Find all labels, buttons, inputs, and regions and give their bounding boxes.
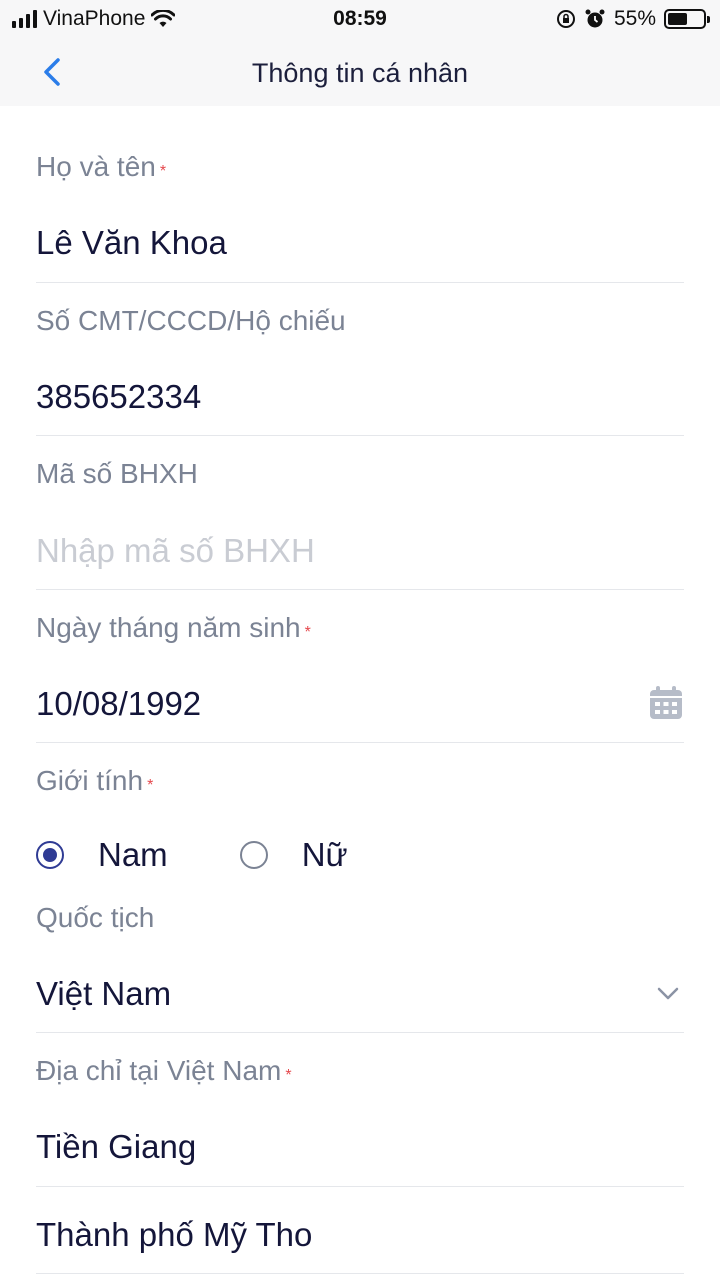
required-mark: * (147, 777, 154, 794)
id-number-label-row: Số CMT/CCCD/Hộ chiếu (36, 305, 684, 337)
calendar-icon[interactable] (648, 685, 684, 721)
dob-label-row: Ngày tháng năm sinh * (36, 612, 684, 644)
alarm-icon (585, 9, 605, 28)
nationality-select[interactable]: Việt Nam (36, 975, 684, 1013)
social-insurance-label: Mã số BHXH (36, 458, 198, 489)
rotation-lock-icon (556, 10, 575, 28)
status-right: 55% (556, 7, 710, 31)
gender-radio-group: Nam Nữ (36, 836, 348, 874)
nationality-value: Việt Nam (36, 975, 172, 1012)
divider (36, 742, 684, 743)
address-province-select[interactable]: Tiền Giang (36, 1128, 684, 1166)
page-title: Thông tin cá nhân (251, 58, 469, 88)
battery-fill (668, 13, 687, 25)
full-name-value: Lê Văn Khoa (36, 224, 227, 261)
address-district-select[interactable]: Thành phố Mỹ Tho (36, 1216, 684, 1254)
gender-label: Giới tính (36, 765, 144, 796)
dob-label: Ngày tháng năm sinh (36, 612, 301, 643)
divider (36, 282, 684, 283)
id-number-input[interactable]: 385652334 (36, 378, 684, 416)
full-name-label-row: Họ và tên * (36, 151, 684, 183)
status-bar: VinaPhone 08:59 55% (0, 0, 720, 38)
dob-value: 10/08/1992 (36, 685, 202, 722)
nationality-label-row: Quốc tịch (36, 902, 684, 934)
gender-label-row: Giới tính * (36, 765, 684, 797)
social-insurance-placeholder: Nhập mã số BHXH (36, 532, 315, 569)
radio-unchecked-icon[interactable] (239, 841, 268, 869)
dob-input[interactable]: 10/08/1992 (36, 685, 684, 723)
address-label: Địa chỉ tại Việt Nam (36, 1055, 282, 1086)
battery-percent: 55% (613, 7, 656, 30)
app-header: Thông tin cá nhân (0, 38, 720, 106)
address-label-row: Địa chỉ tại Việt Nam * (36, 1055, 684, 1087)
chevron-down-icon[interactable] (656, 981, 680, 1005)
gender-option-male[interactable]: Nam (36, 836, 168, 874)
gender-option-label: Nam (98, 836, 168, 873)
address-district-value: Thành phố Mỹ Tho (36, 1216, 313, 1253)
social-insurance-label-row: Mã số BHXH (36, 458, 684, 490)
id-number-label: Số CMT/CCCD/Hộ chiếu (36, 305, 346, 336)
social-insurance-input[interactable]: Nhập mã số BHXH (36, 532, 684, 570)
divider (36, 1032, 684, 1033)
address-province-value: Tiền Giang (36, 1128, 197, 1165)
required-mark: * (159, 163, 167, 180)
battery-icon (664, 9, 710, 29)
divider (36, 589, 684, 590)
divider (36, 1186, 684, 1187)
gender-option-female[interactable]: Nữ (239, 836, 348, 874)
id-number-value: 385652334 (36, 378, 202, 415)
divider (36, 1273, 684, 1274)
full-name-input[interactable]: Lê Văn Khoa (36, 224, 684, 262)
required-mark: * (304, 624, 311, 641)
required-mark: * (285, 1067, 292, 1084)
divider (36, 435, 684, 436)
gender-option-label: Nữ (301, 836, 348, 873)
full-name-label: Họ và tên (36, 151, 156, 182)
nationality-label: Quốc tịch (36, 902, 155, 933)
radio-checked-icon[interactable] (36, 841, 64, 869)
